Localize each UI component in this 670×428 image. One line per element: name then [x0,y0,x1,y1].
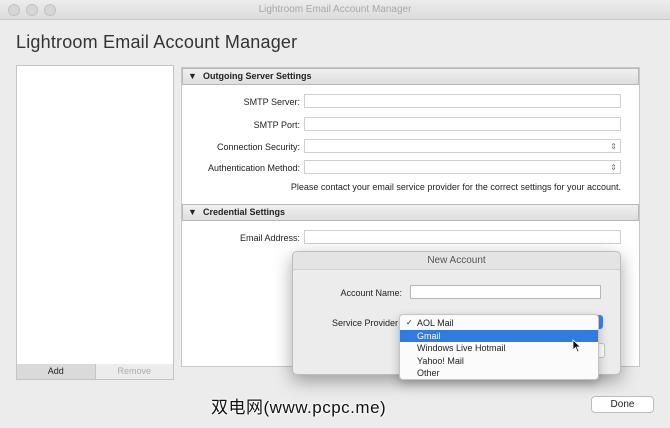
smtp-server-input[interactable] [304,94,621,108]
window-title: Lightroom Email Account Manager [258,4,412,15]
account-list[interactable] [16,65,174,365]
connection-security-select[interactable]: ⇕ [304,139,621,153]
connection-security-label: Connection Security: [216,142,300,152]
credential-section-header[interactable]: ▼ Credential Settings [182,204,639,221]
menu-item-other[interactable]: Other [400,367,598,380]
app-window: Lightroom Email Account Manager Lightroo… [0,0,670,428]
authentication-method-select[interactable]: ⇕ [304,160,621,174]
disclosure-triangle-icon[interactable]: ▼ [188,69,197,84]
smtp-port-input[interactable] [304,117,621,131]
section-title: Credential Settings [203,207,286,217]
authentication-method-label: Authentication Method: [207,163,300,173]
section-title: Outgoing Server Settings [203,71,312,81]
account-list-buttons: Add Remove [16,364,174,380]
email-address-label: Email Address: [239,233,300,243]
menu-item-aol-mail[interactable]: ✓ AOL Mail [400,317,598,330]
smtp-server-label: SMTP Server: [243,97,300,107]
provider-note: Please contact your email service provid… [290,182,621,192]
disclosure-triangle-icon[interactable]: ▼ [188,205,197,220]
menu-item-windows-live-hotmail[interactable]: Windows Live Hotmail [400,342,598,355]
email-address-input[interactable] [304,230,621,244]
account-name-label: Account Name: [340,288,402,298]
outgoing-server-section-header[interactable]: ▼ Outgoing Server Settings [182,68,639,85]
account-name-input[interactable] [410,285,601,299]
add-account-button[interactable]: Add [17,364,96,379]
title-bar[interactable]: Lightroom Email Account Manager [0,0,670,20]
select-arrows-icon: ⇕ [610,142,617,151]
done-button[interactable]: Done [591,396,654,413]
menu-item-gmail[interactable]: Gmail [400,329,598,342]
remove-account-button[interactable]: Remove [95,364,173,379]
smtp-port-label: SMTP Port: [253,120,300,130]
watermark: 双电网(www.pcpc.me) [211,398,387,417]
mouse-pointer-icon [572,339,582,353]
dialog-title: New Account [293,252,620,270]
service-provider-label: Service Provider [331,318,398,328]
service-provider-menu: ✓ AOL Mail Gmail Windows Live Hotmail Ya… [399,314,599,380]
select-arrows-icon: ⇕ [610,163,617,172]
menu-item-yahoo-mail[interactable]: Yahoo! Mail [400,355,598,368]
page-title: Lightroom Email Account Manager [16,32,298,52]
checkmark-icon: ✓ [406,318,413,327]
